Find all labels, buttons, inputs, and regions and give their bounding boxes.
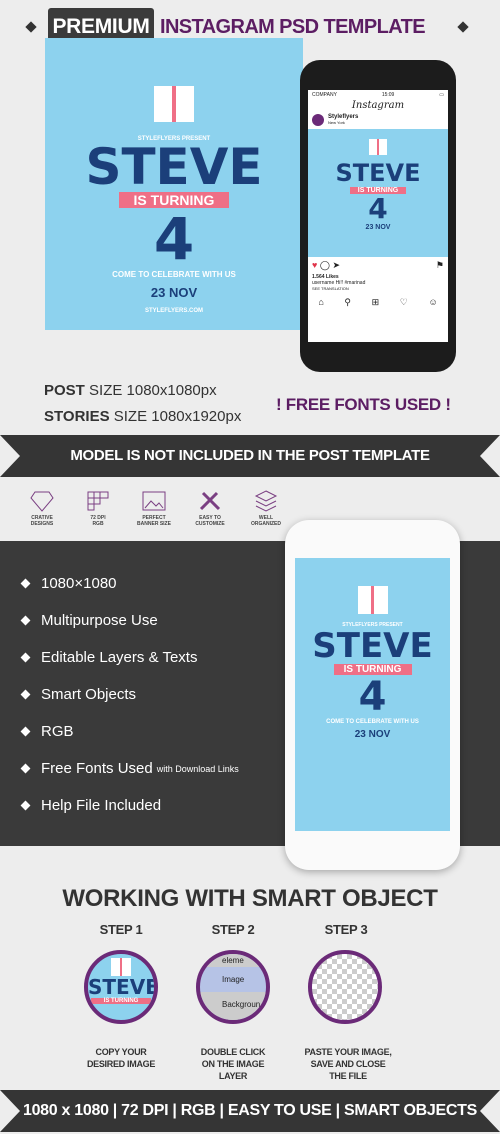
name-text: STEVE xyxy=(312,626,433,666)
post-label: POST xyxy=(44,382,85,399)
name-text: STEVE xyxy=(335,159,421,187)
feature-item: RGB xyxy=(20,723,74,740)
step-2-layers: eleme Image Backgroun xyxy=(196,950,270,1024)
bookmark-icon[interactable]: ⚑ xyxy=(436,260,444,271)
feature-icons: CRATIVE DESIGNS 72 DPI RGB PERFECT BANNER S… xyxy=(16,490,292,527)
step-3-transparent xyxy=(308,950,382,1024)
diamond-icon: CRATIVE DESIGNS xyxy=(16,490,68,527)
add-icon[interactable]: ⊞ xyxy=(372,297,380,308)
site-text: STYLEFLYERS.COM xyxy=(144,308,204,314)
layer-background: Backgroun xyxy=(200,992,266,1020)
stories-screen: STYLEFLYERS PRESENT STEVE IS TURNING 4 C… xyxy=(295,558,450,831)
phone-mockup: COMPANY 15:09 ▭ Instagram Styleflyers New Y… xyxy=(300,60,456,372)
gift-icon xyxy=(357,586,388,614)
free-fonts-note: ! FREE FONTS USED ! xyxy=(276,395,451,414)
layer-elements: eleme xyxy=(200,954,266,967)
feature-item: Smart Objects xyxy=(20,686,136,703)
age-text: 4 xyxy=(153,205,195,273)
stories-label: STORIES xyxy=(44,408,110,425)
battery-icon: ▭ xyxy=(439,92,444,98)
stories-phone-mockup: STYLEFLYERS PRESENT STEVE IS TURNING 4 C… xyxy=(285,520,460,870)
layers-icon: WELL ORGANIZED xyxy=(240,490,292,527)
step-3-label: STEP 3 xyxy=(324,922,368,937)
comment-icon[interactable]: ◯ xyxy=(320,260,330,270)
date-text: 23 NOV xyxy=(365,224,391,231)
age-text: 4 xyxy=(368,192,388,225)
step-2-caption: DOUBLE CLICK ON THE IMAGE LAYER xyxy=(200,1047,266,1081)
heart-icon[interactable]: ♥ xyxy=(312,260,317,270)
post-size: SIZE 1080x1080px xyxy=(89,382,217,399)
model-note-ribbon: MODEL IS NOT INCLUDED IN THE POST TEMPLA… xyxy=(0,435,500,477)
search-icon[interactable]: ⚲ xyxy=(344,297,351,308)
post-image: STEVE IS TURNING 4 23 NOV xyxy=(308,129,448,257)
name-text: STEVE xyxy=(88,975,158,999)
location: New York xyxy=(328,120,345,125)
feature-item: Editable Layers & Texts xyxy=(20,649,197,666)
phone-screen: COMPANY 15:09 ▭ Instagram Styleflyers New Y… xyxy=(308,90,448,342)
avatar xyxy=(312,114,324,126)
celebrate-text: COME TO CELEBRATE WITH US xyxy=(326,719,419,725)
clock: 15:09 xyxy=(381,92,395,98)
stories-size: SIZE 1080x1920px xyxy=(113,408,242,425)
gift-icon xyxy=(154,86,194,122)
step-3-caption: PASTE YOUR IMAGE, SAVE AND CLOSE THE FILE xyxy=(304,1047,392,1081)
see-translation[interactable]: SEE TRANSLATION xyxy=(308,286,448,291)
feature-item: Help File Included xyxy=(20,797,161,814)
diamond-ornament xyxy=(25,21,37,33)
grid-icon: 72 DPI RGB xyxy=(72,490,124,527)
date-text: 23 NOV xyxy=(150,285,198,300)
heart-icon[interactable]: ♡ xyxy=(400,297,408,308)
celebrate-text: COME TO CELEBRATE WITH US xyxy=(112,270,236,279)
layer-image[interactable]: Image xyxy=(200,967,266,992)
name-text: STEVE xyxy=(85,138,263,196)
date-text: 23 NOV xyxy=(354,729,391,740)
app-title: Instagram xyxy=(351,100,405,111)
pencil-ruler-icon: EASY TO CUSTOMIZE xyxy=(184,490,236,527)
image-icon: PERFECT BANNER SIZE xyxy=(128,490,180,527)
gift-icon xyxy=(111,958,131,976)
diamond-ornament xyxy=(457,21,469,33)
carrier: COMPANY xyxy=(312,92,337,98)
post-preview: STYLEFLYERS PRESENT STEVE IS TURNING 4 C… xyxy=(45,38,303,330)
profile-icon[interactable]: ☺ xyxy=(428,297,437,308)
gift-icon xyxy=(369,139,387,155)
share-icon[interactable]: ➤ xyxy=(332,260,340,270)
step-1-caption: COPY YOUR DESIRED IMAGE xyxy=(86,1047,156,1069)
home-icon[interactable]: ⌂ xyxy=(318,297,323,308)
step-1-label: STEP 1 xyxy=(99,922,143,937)
feature-item: Multipurpose Use xyxy=(20,612,158,629)
feature-item: Free Fonts Used with Download Links xyxy=(20,760,239,777)
step-1-image: STEVE IS TURNING xyxy=(84,950,158,1024)
footer-ribbon: 1080 x 1080 | 72 DPI | RGB | EASY TO USE… xyxy=(0,1090,500,1132)
smart-object-title: WORKING WITH SMART OBJECT xyxy=(62,885,438,912)
age-text: 4 xyxy=(358,674,387,720)
feature-item: 1080×1080 xyxy=(20,575,117,592)
step-2-label: STEP 2 xyxy=(211,922,255,937)
